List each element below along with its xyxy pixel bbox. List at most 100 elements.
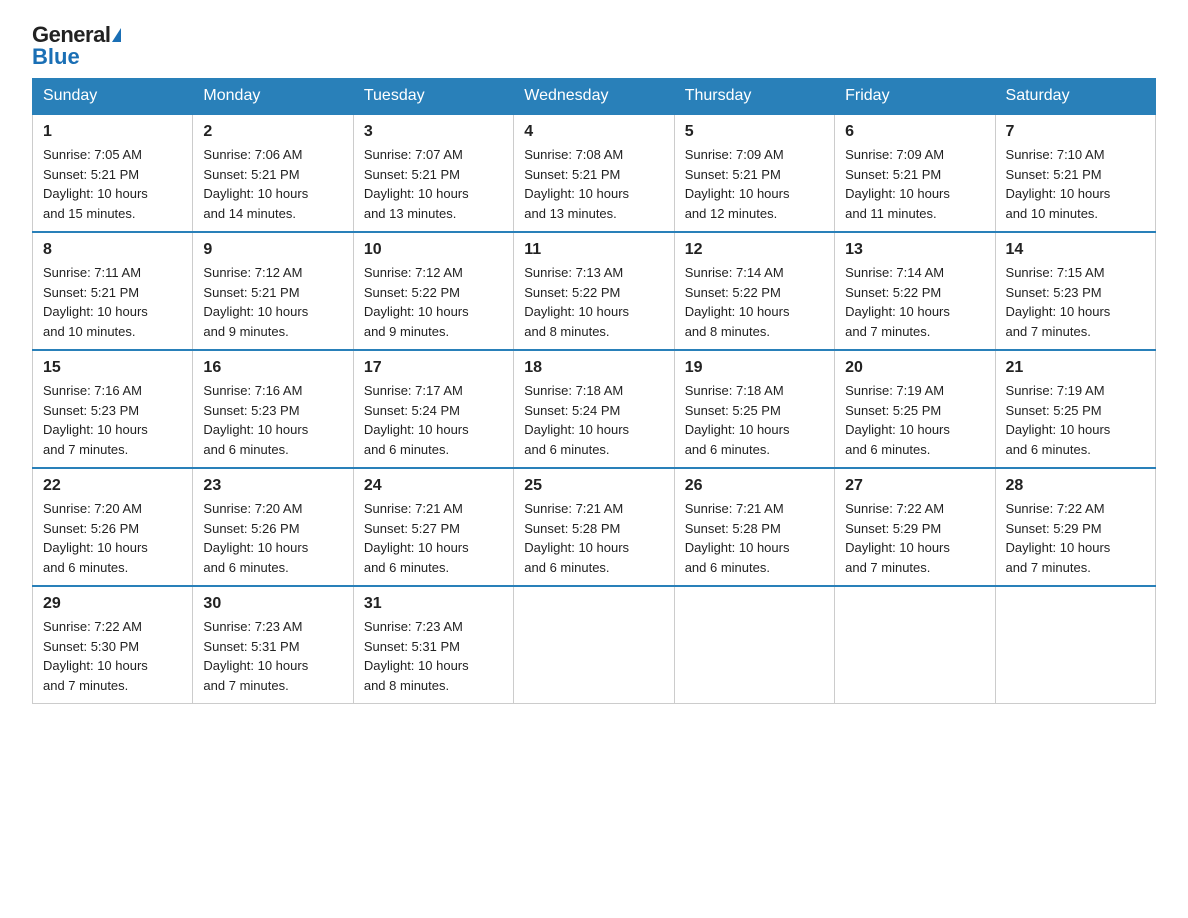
day-info: Sunrise: 7:10 AM Sunset: 5:21 PM Dayligh… (1006, 145, 1145, 223)
day-info: Sunrise: 7:20 AM Sunset: 5:26 PM Dayligh… (203, 499, 342, 577)
day-info: Sunrise: 7:09 AM Sunset: 5:21 PM Dayligh… (845, 145, 984, 223)
day-info: Sunrise: 7:05 AM Sunset: 5:21 PM Dayligh… (43, 145, 182, 223)
day-number: 26 (685, 477, 824, 495)
day-number: 10 (364, 241, 503, 259)
day-info: Sunrise: 7:09 AM Sunset: 5:21 PM Dayligh… (685, 145, 824, 223)
day-info: Sunrise: 7:14 AM Sunset: 5:22 PM Dayligh… (685, 263, 824, 341)
day-info: Sunrise: 7:18 AM Sunset: 5:25 PM Dayligh… (685, 381, 824, 459)
day-info: Sunrise: 7:23 AM Sunset: 5:31 PM Dayligh… (203, 617, 342, 695)
calendar-cell: 7 Sunrise: 7:10 AM Sunset: 5:21 PM Dayli… (995, 114, 1155, 232)
day-info: Sunrise: 7:21 AM Sunset: 5:28 PM Dayligh… (524, 499, 663, 577)
day-info: Sunrise: 7:13 AM Sunset: 5:22 PM Dayligh… (524, 263, 663, 341)
calendar-cell: 4 Sunrise: 7:08 AM Sunset: 5:21 PM Dayli… (514, 114, 674, 232)
calendar-cell: 10 Sunrise: 7:12 AM Sunset: 5:22 PM Dayl… (353, 232, 513, 350)
day-number: 7 (1006, 123, 1145, 141)
calendar-table: SundayMondayTuesdayWednesdayThursdayFrid… (32, 78, 1156, 704)
calendar-cell: 3 Sunrise: 7:07 AM Sunset: 5:21 PM Dayli… (353, 114, 513, 232)
day-info: Sunrise: 7:18 AM Sunset: 5:24 PM Dayligh… (524, 381, 663, 459)
day-info: Sunrise: 7:15 AM Sunset: 5:23 PM Dayligh… (1006, 263, 1145, 341)
week-row-1: 1 Sunrise: 7:05 AM Sunset: 5:21 PM Dayli… (33, 114, 1156, 232)
day-number: 16 (203, 359, 342, 377)
day-number: 23 (203, 477, 342, 495)
day-number: 20 (845, 359, 984, 377)
calendar-cell: 5 Sunrise: 7:09 AM Sunset: 5:21 PM Dayli… (674, 114, 834, 232)
day-info: Sunrise: 7:20 AM Sunset: 5:26 PM Dayligh… (43, 499, 182, 577)
calendar-cell: 11 Sunrise: 7:13 AM Sunset: 5:22 PM Dayl… (514, 232, 674, 350)
day-number: 11 (524, 241, 663, 259)
day-info: Sunrise: 7:17 AM Sunset: 5:24 PM Dayligh… (364, 381, 503, 459)
day-info: Sunrise: 7:22 AM Sunset: 5:29 PM Dayligh… (845, 499, 984, 577)
calendar-header-row: SundayMondayTuesdayWednesdayThursdayFrid… (33, 79, 1156, 115)
col-header-monday: Monday (193, 79, 353, 115)
calendar-cell: 9 Sunrise: 7:12 AM Sunset: 5:21 PM Dayli… (193, 232, 353, 350)
day-info: Sunrise: 7:19 AM Sunset: 5:25 PM Dayligh… (1006, 381, 1145, 459)
day-number: 27 (845, 477, 984, 495)
day-number: 4 (524, 123, 663, 141)
calendar-cell (835, 586, 995, 704)
day-info: Sunrise: 7:08 AM Sunset: 5:21 PM Dayligh… (524, 145, 663, 223)
col-header-thursday: Thursday (674, 79, 834, 115)
calendar-cell: 15 Sunrise: 7:16 AM Sunset: 5:23 PM Dayl… (33, 350, 193, 468)
calendar-cell: 21 Sunrise: 7:19 AM Sunset: 5:25 PM Dayl… (995, 350, 1155, 468)
day-number: 28 (1006, 477, 1145, 495)
day-number: 14 (1006, 241, 1145, 259)
day-number: 29 (43, 595, 182, 613)
day-info: Sunrise: 7:21 AM Sunset: 5:27 PM Dayligh… (364, 499, 503, 577)
calendar-cell (995, 586, 1155, 704)
day-number: 3 (364, 123, 503, 141)
day-number: 8 (43, 241, 182, 259)
calendar-cell: 22 Sunrise: 7:20 AM Sunset: 5:26 PM Dayl… (33, 468, 193, 586)
week-row-5: 29 Sunrise: 7:22 AM Sunset: 5:30 PM Dayl… (33, 586, 1156, 704)
day-info: Sunrise: 7:22 AM Sunset: 5:29 PM Dayligh… (1006, 499, 1145, 577)
calendar-cell: 19 Sunrise: 7:18 AM Sunset: 5:25 PM Dayl… (674, 350, 834, 468)
day-info: Sunrise: 7:23 AM Sunset: 5:31 PM Dayligh… (364, 617, 503, 695)
day-number: 17 (364, 359, 503, 377)
day-info: Sunrise: 7:16 AM Sunset: 5:23 PM Dayligh… (203, 381, 342, 459)
calendar-cell: 26 Sunrise: 7:21 AM Sunset: 5:28 PM Dayl… (674, 468, 834, 586)
calendar-cell: 23 Sunrise: 7:20 AM Sunset: 5:26 PM Dayl… (193, 468, 353, 586)
day-info: Sunrise: 7:07 AM Sunset: 5:21 PM Dayligh… (364, 145, 503, 223)
day-info: Sunrise: 7:06 AM Sunset: 5:21 PM Dayligh… (203, 145, 342, 223)
calendar-cell: 18 Sunrise: 7:18 AM Sunset: 5:24 PM Dayl… (514, 350, 674, 468)
day-number: 31 (364, 595, 503, 613)
day-number: 15 (43, 359, 182, 377)
day-number: 24 (364, 477, 503, 495)
day-number: 21 (1006, 359, 1145, 377)
day-number: 6 (845, 123, 984, 141)
day-number: 30 (203, 595, 342, 613)
col-header-wednesday: Wednesday (514, 79, 674, 115)
calendar-cell: 27 Sunrise: 7:22 AM Sunset: 5:29 PM Dayl… (835, 468, 995, 586)
week-row-3: 15 Sunrise: 7:16 AM Sunset: 5:23 PM Dayl… (33, 350, 1156, 468)
day-info: Sunrise: 7:12 AM Sunset: 5:22 PM Dayligh… (364, 263, 503, 341)
logo-triangle-icon (112, 28, 121, 42)
calendar-cell: 28 Sunrise: 7:22 AM Sunset: 5:29 PM Dayl… (995, 468, 1155, 586)
calendar-cell (674, 586, 834, 704)
col-header-saturday: Saturday (995, 79, 1155, 115)
calendar-cell: 6 Sunrise: 7:09 AM Sunset: 5:21 PM Dayli… (835, 114, 995, 232)
week-row-2: 8 Sunrise: 7:11 AM Sunset: 5:21 PM Dayli… (33, 232, 1156, 350)
page-header: General Blue (32, 24, 1156, 68)
calendar-cell: 8 Sunrise: 7:11 AM Sunset: 5:21 PM Dayli… (33, 232, 193, 350)
day-info: Sunrise: 7:16 AM Sunset: 5:23 PM Dayligh… (43, 381, 182, 459)
day-info: Sunrise: 7:14 AM Sunset: 5:22 PM Dayligh… (845, 263, 984, 341)
day-number: 22 (43, 477, 182, 495)
day-info: Sunrise: 7:12 AM Sunset: 5:21 PM Dayligh… (203, 263, 342, 341)
calendar-cell: 29 Sunrise: 7:22 AM Sunset: 5:30 PM Dayl… (33, 586, 193, 704)
day-number: 5 (685, 123, 824, 141)
col-header-tuesday: Tuesday (353, 79, 513, 115)
day-number: 25 (524, 477, 663, 495)
col-header-sunday: Sunday (33, 79, 193, 115)
calendar-cell: 17 Sunrise: 7:17 AM Sunset: 5:24 PM Dayl… (353, 350, 513, 468)
calendar-cell: 13 Sunrise: 7:14 AM Sunset: 5:22 PM Dayl… (835, 232, 995, 350)
day-number: 9 (203, 241, 342, 259)
day-number: 19 (685, 359, 824, 377)
day-number: 13 (845, 241, 984, 259)
calendar-cell: 31 Sunrise: 7:23 AM Sunset: 5:31 PM Dayl… (353, 586, 513, 704)
col-header-friday: Friday (835, 79, 995, 115)
calendar-cell: 24 Sunrise: 7:21 AM Sunset: 5:27 PM Dayl… (353, 468, 513, 586)
calendar-cell (514, 586, 674, 704)
day-info: Sunrise: 7:19 AM Sunset: 5:25 PM Dayligh… (845, 381, 984, 459)
calendar-cell: 2 Sunrise: 7:06 AM Sunset: 5:21 PM Dayli… (193, 114, 353, 232)
day-info: Sunrise: 7:22 AM Sunset: 5:30 PM Dayligh… (43, 617, 182, 695)
logo: General Blue (32, 24, 121, 68)
